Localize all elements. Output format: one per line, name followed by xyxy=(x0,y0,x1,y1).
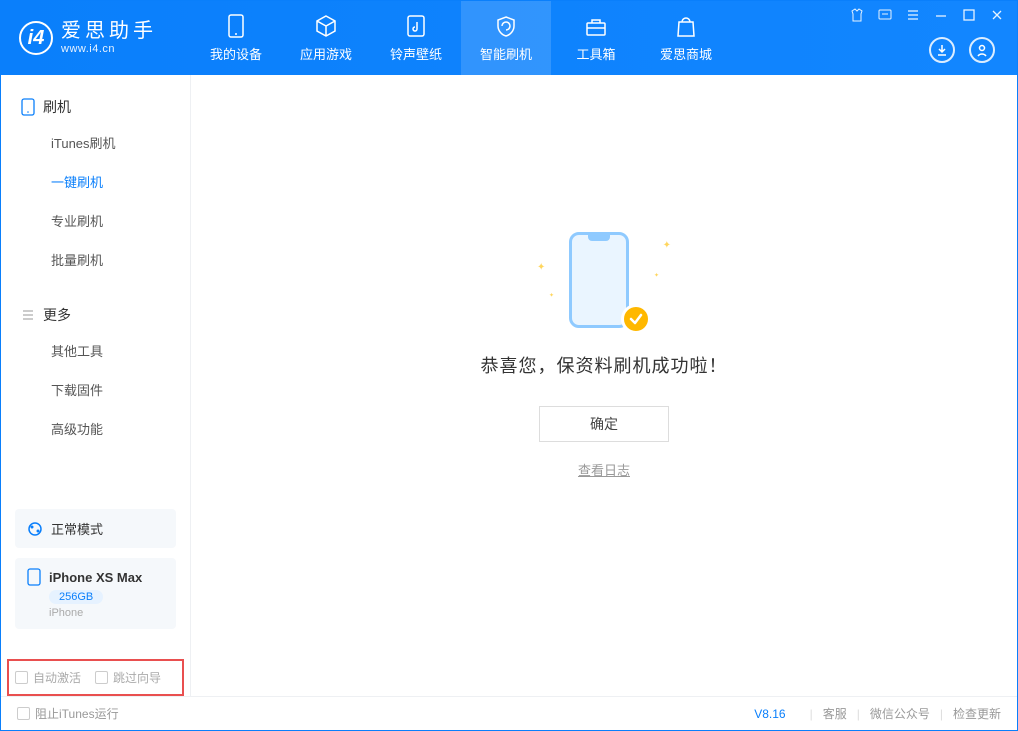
sidebar-item-advanced[interactable]: 高级功能 xyxy=(1,409,190,448)
sidebar-item-batch-flash[interactable]: 批量刷机 xyxy=(1,240,190,279)
titlebar: i4 爱思助手 www.i4.cn 我的设备 应用游戏 铃声壁纸 智能刷机 xyxy=(1,1,1017,75)
highlighted-options: 自动激活 跳过向导 xyxy=(7,659,184,696)
device-icon xyxy=(224,14,248,38)
tab-label: 工具箱 xyxy=(576,44,615,63)
check-badge-icon xyxy=(621,304,651,334)
sidebar-item-oneclick-flash[interactable]: 一键刷机 xyxy=(1,162,190,201)
mode-label: 正常模式 xyxy=(51,519,103,538)
tab-apps-games[interactable]: 应用游戏 xyxy=(281,1,371,75)
footer-right: V8.16 | 客服 | 微信公众号 | 检查更新 xyxy=(754,705,1001,722)
phone-icon xyxy=(21,98,35,116)
device-name-row: iPhone XS Max xyxy=(27,568,164,586)
mode-panel[interactable]: 正常模式 xyxy=(15,509,176,548)
menu-icon[interactable] xyxy=(905,7,921,23)
nav-tabs: 我的设备 应用游戏 铃声壁纸 智能刷机 工具箱 爱思商城 xyxy=(191,1,731,75)
sidebar-item-download-firmware[interactable]: 下载固件 xyxy=(1,370,190,409)
phone-icon xyxy=(569,232,629,328)
cube-icon xyxy=(314,14,338,38)
checkbox-icon xyxy=(15,671,28,684)
feedback-icon[interactable] xyxy=(877,7,893,23)
main-content: ✦ ✦ ✦ ✦ 恭喜您，保资料刷机成功啦！ 确定 查看日志 xyxy=(191,75,1017,696)
tab-label: 铃声壁纸 xyxy=(390,44,442,63)
app-window: i4 爱思助手 www.i4.cn 我的设备 应用游戏 铃声壁纸 智能刷机 xyxy=(0,0,1018,731)
bag-icon xyxy=(674,14,698,38)
sparkle-icon: ✦ xyxy=(537,262,545,273)
window-controls xyxy=(849,1,1017,23)
section-title: 更多 xyxy=(43,305,71,325)
ok-button[interactable]: 确定 xyxy=(539,406,669,442)
shirt-icon[interactable] xyxy=(849,7,865,23)
tab-store[interactable]: 爱思商城 xyxy=(641,1,731,75)
refresh-shield-icon xyxy=(494,14,518,38)
checkbox-label: 跳过向导 xyxy=(113,669,161,686)
checkbox-auto-activate[interactable]: 自动激活 xyxy=(15,669,81,686)
checkbox-icon xyxy=(17,707,30,720)
phone-notch xyxy=(588,235,610,241)
tab-label: 爱思商城 xyxy=(660,44,712,63)
checkbox-skip-guide[interactable]: 跳过向导 xyxy=(95,669,161,686)
app-logo-icon: i4 xyxy=(19,21,53,55)
sidebar-item-pro-flash[interactable]: 专业刷机 xyxy=(1,201,190,240)
footer-link-update[interactable]: 检查更新 xyxy=(953,705,1001,722)
storage-badge: 256GB xyxy=(49,590,103,604)
minimize-icon[interactable] xyxy=(933,7,949,23)
tab-my-device[interactable]: 我的设备 xyxy=(191,1,281,75)
sidebar-section-flash: 刷机 xyxy=(1,85,190,123)
tab-smart-flash[interactable]: 智能刷机 xyxy=(461,1,551,75)
tab-label: 智能刷机 xyxy=(480,44,532,63)
view-log-link[interactable]: 查看日志 xyxy=(578,460,630,479)
checkbox-block-itunes[interactable]: 阻止iTunes运行 xyxy=(17,705,119,722)
tab-label: 应用游戏 xyxy=(300,44,352,63)
sparkle-icon: ✦ xyxy=(549,292,554,299)
device-name: iPhone XS Max xyxy=(49,570,142,585)
footer-link-support[interactable]: 客服 xyxy=(823,705,847,722)
more-icon xyxy=(21,308,35,322)
success-illustration: ✦ ✦ ✦ ✦ xyxy=(559,232,649,332)
checkbox-label: 自动激活 xyxy=(33,669,81,686)
account-icons xyxy=(929,27,1017,63)
tab-label: 我的设备 xyxy=(210,44,262,63)
tab-ringtone-wallpaper[interactable]: 铃声壁纸 xyxy=(371,1,461,75)
sidebar-item-itunes-flash[interactable]: iTunes刷机 xyxy=(1,123,190,162)
download-icon[interactable] xyxy=(929,37,955,63)
maximize-icon[interactable] xyxy=(961,7,977,23)
section-title: 刷机 xyxy=(43,97,71,117)
sparkle-icon: ✦ xyxy=(663,240,671,251)
logo-text: 爱思助手 www.i4.cn xyxy=(61,21,157,55)
success-message: 恭喜您，保资料刷机成功啦！ xyxy=(481,352,728,378)
titlebar-right xyxy=(849,1,1017,75)
user-icon[interactable] xyxy=(969,37,995,63)
sparkle-icon: ✦ xyxy=(654,272,659,279)
checkbox-label: 阻止iTunes运行 xyxy=(35,705,119,722)
version-label: V8.16 xyxy=(754,707,785,721)
footer-link-wechat[interactable]: 微信公众号 xyxy=(870,705,930,722)
checkbox-icon xyxy=(95,671,108,684)
device-type: iPhone xyxy=(49,607,164,619)
device-phone-icon xyxy=(27,568,41,586)
close-icon[interactable] xyxy=(989,7,1005,23)
toolbox-icon xyxy=(584,14,608,38)
music-file-icon xyxy=(404,14,428,38)
footer: 阻止iTunes运行 V8.16 | 客服 | 微信公众号 | 检查更新 xyxy=(1,696,1017,730)
logo-area: i4 爱思助手 www.i4.cn xyxy=(1,1,191,75)
device-panel[interactable]: iPhone XS Max 256GB iPhone xyxy=(15,558,176,629)
body-area: 刷机 iTunes刷机 一键刷机 专业刷机 批量刷机 更多 其他工具 下载固件 … xyxy=(1,75,1017,696)
app-title: 爱思助手 xyxy=(61,21,157,41)
sidebar-section-more: 更多 xyxy=(1,293,190,331)
app-subtitle: www.i4.cn xyxy=(61,43,157,55)
sidebar-item-other-tools[interactable]: 其他工具 xyxy=(1,331,190,370)
tab-toolbox[interactable]: 工具箱 xyxy=(551,1,641,75)
mode-icon xyxy=(27,521,43,537)
sidebar: 刷机 iTunes刷机 一键刷机 专业刷机 批量刷机 更多 其他工具 下载固件 … xyxy=(1,75,191,696)
